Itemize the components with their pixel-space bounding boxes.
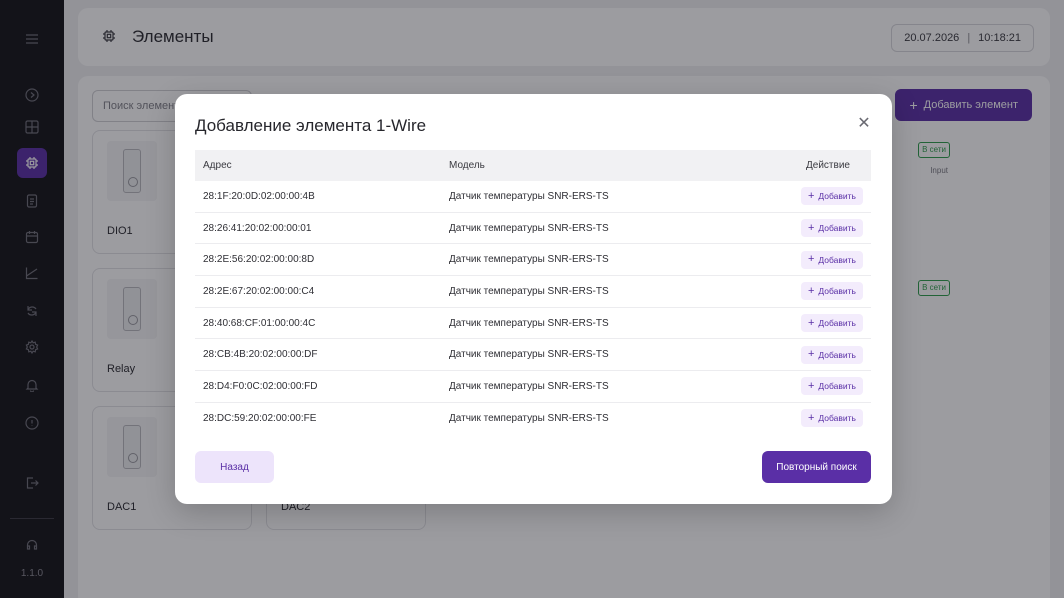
close-icon[interactable]: ✕ <box>856 116 872 132</box>
add-sensor-button[interactable]: + Добавить <box>800 282 863 301</box>
row-address: 28:DC:59:20:02:00:00:FE <box>203 412 317 424</box>
add-sensor-label: Добавить <box>818 254 856 265</box>
table-row: 28:DC:59:20:02:00:00:FE Датчик температур… <box>195 403 871 430</box>
plus-icon: + <box>807 253 815 266</box>
row-model: Датчик температуры SNR-ERS-TS <box>449 285 609 297</box>
row-action-cell: + Добавить <box>785 250 871 269</box>
table-row: 28:1F:20:0D:02:00:00:4B Датчик температур… <box>195 181 871 213</box>
table-row: 28:CB:4B:20:02:00:00:DF Датчик температур… <box>195 339 871 372</box>
row-model: Датчик температуры SNR-ERS-TS <box>449 380 609 392</box>
row-action-cell: + Добавить <box>785 187 871 206</box>
plus-icon: + <box>807 411 815 424</box>
row-address: 28:26:41:20:02:00:00:01 <box>203 222 312 234</box>
add-sensor-label: Добавить <box>818 318 856 329</box>
plus-icon: + <box>807 379 815 392</box>
plus-icon: + <box>807 316 815 329</box>
add-sensor-label: Добавить <box>818 381 856 392</box>
row-address: 28:D4:F0:0C:02:00:00:FD <box>203 380 318 392</box>
row-action-cell: + Добавить <box>785 345 871 364</box>
row-action-cell: + Добавить <box>785 219 871 238</box>
row-model: Датчик температуры SNR-ERS-TS <box>449 317 609 329</box>
add-sensor-label: Добавить <box>818 413 856 424</box>
add-sensor-button[interactable]: + Добавить <box>800 377 863 396</box>
plus-icon: + <box>807 189 815 202</box>
add-sensor-button[interactable]: + Добавить <box>800 345 863 364</box>
add-sensor-button[interactable]: + Добавить <box>800 314 863 333</box>
column-header-address: Адрес <box>203 160 232 171</box>
rescan-button[interactable]: Повторный поиск <box>762 451 871 483</box>
add-sensor-button[interactable]: + Добавить <box>800 250 863 269</box>
add-sensor-button[interactable]: + Добавить <box>800 219 863 238</box>
row-model: Датчик температуры SNR-ERS-TS <box>449 190 609 202</box>
add-1wire-modal: Добавление элемента 1-Wire ✕ Адрес Модел… <box>175 94 892 504</box>
plus-icon: + <box>807 284 815 297</box>
table-body: 28:1F:20:0D:02:00:00:4B Датчик температур… <box>195 181 871 430</box>
row-model: Датчик температуры SNR-ERS-TS <box>449 222 609 234</box>
plus-icon: + <box>807 348 815 361</box>
table-row: 28:2E:67:20:02:00:00:C4 Датчик температур… <box>195 276 871 308</box>
back-button[interactable]: Назад <box>195 451 274 483</box>
add-sensor-label: Добавить <box>818 191 856 202</box>
add-sensor-label: Добавить <box>818 349 856 360</box>
row-address: 28:CB:4B:20:02:00:00:DF <box>203 349 318 361</box>
row-model: Датчик температуры SNR-ERS-TS <box>449 412 609 424</box>
add-sensor-button[interactable]: + Добавить <box>800 409 863 428</box>
modal-title: Добавление элемента 1-Wire <box>195 116 427 135</box>
row-action-cell: + Добавить <box>785 409 871 428</box>
row-action-cell: + Добавить <box>785 282 871 301</box>
row-address: 28:40:68:CF:01:00:00:4C <box>203 317 316 329</box>
row-action-cell: + Добавить <box>785 314 871 333</box>
plus-icon: + <box>807 221 815 234</box>
table-row: 28:2E:56:20:02:00:00:8D Датчик температур… <box>195 244 871 277</box>
table-row: 28:D4:F0:0C:02:00:00:FD Датчик температур… <box>195 371 871 403</box>
row-address: 28:2E:67:20:02:00:00:C4 <box>203 285 315 297</box>
table-row: 28:40:68:CF:01:00:00:4C Датчик температур… <box>195 308 871 340</box>
row-action-cell: + Добавить <box>785 377 871 396</box>
add-sensor-button[interactable]: + Добавить <box>800 187 863 206</box>
row-model: Датчик температуры SNR-ERS-TS <box>449 349 609 361</box>
sensors-table: Адрес Модель Действие 28:1F:20:0D:02:00:… <box>195 150 871 430</box>
add-sensor-label: Добавить <box>818 223 856 234</box>
row-model: Датчик температуры SNR-ERS-TS <box>449 254 609 266</box>
row-address: 28:2E:56:20:02:00:00:8D <box>203 254 315 266</box>
table-header: Адрес Модель Действие <box>195 150 871 181</box>
row-address: 28:1F:20:0D:02:00:00:4B <box>203 190 315 202</box>
table-row: 28:26:41:20:02:00:00:01 Датчик температур… <box>195 213 871 245</box>
column-header-action: Действие <box>806 160 850 171</box>
column-header-model: Модель <box>449 160 485 171</box>
add-sensor-label: Добавить <box>818 286 856 297</box>
